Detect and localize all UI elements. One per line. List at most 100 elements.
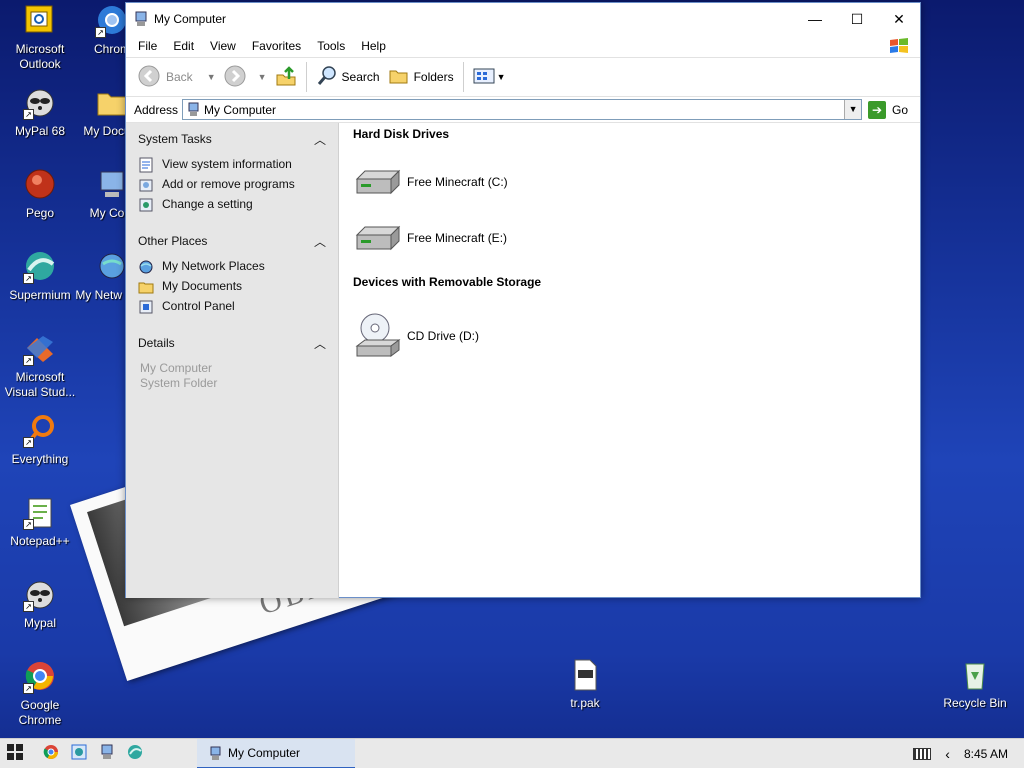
menu-favorites[interactable]: Favorites	[244, 39, 309, 53]
computer-icon	[99, 744, 115, 763]
hard-drive-icon	[353, 165, 401, 199]
everything-search-icon: ↗	[23, 414, 57, 448]
add-remove-programs-icon	[138, 177, 154, 193]
recycle-bin-icon	[958, 658, 992, 692]
shortcut-arrow-icon: ↗	[23, 601, 34, 612]
chevron-left-icon[interactable]: ‹	[945, 746, 950, 762]
system-info-icon	[138, 157, 154, 173]
control-panel-icon	[138, 197, 154, 213]
browser-icon	[71, 744, 87, 763]
title-bar[interactable]: My Computer — ☐ ✕	[126, 3, 920, 35]
drive-d-cd[interactable]: CD Drive (D:)	[353, 311, 908, 361]
keyboard-icon[interactable]	[913, 748, 932, 760]
up-folder-button[interactable]	[271, 65, 301, 90]
shortcut-arrow-icon: ↗	[23, 683, 34, 694]
desktop-icon-visual-studio[interactable]: ↗ Microsoft Visual Stud...	[0, 332, 80, 400]
desktop-icon-google-chrome[interactable]: ↗ Google Chrome	[0, 660, 80, 728]
computer-icon	[95, 168, 129, 202]
toolbar-separator	[462, 62, 464, 92]
my-computer-icon	[209, 746, 222, 761]
drive-e[interactable]: Free Minecraft (E:)	[353, 219, 908, 257]
system-tasks-group: System Tasks ︿ View system information A…	[138, 131, 326, 213]
folders-button[interactable]: Folders	[384, 65, 458, 90]
details-header[interactable]: Details ︿	[138, 335, 326, 351]
views-button[interactable]: ▼	[469, 67, 510, 88]
minimize-button[interactable]: —	[794, 3, 836, 35]
task-add-remove-programs[interactable]: Add or remove programs	[138, 177, 326, 193]
back-arrow-icon	[138, 65, 160, 90]
windows-logo-icon	[888, 37, 910, 55]
desktop-icon-notepadpp[interactable]: ↗ Notepad++	[0, 496, 80, 549]
pego-icon	[23, 168, 57, 202]
collapse-chevron-icon[interactable]: ︿	[314, 335, 326, 352]
quicklaunch-browser[interactable]	[68, 743, 90, 765]
desktop-icon-outlook[interactable]: Microsoft Outlook	[0, 4, 80, 72]
drive-c[interactable]: Free Minecraft (C:)	[353, 163, 908, 201]
place-my-documents[interactable]: My Documents	[138, 279, 326, 295]
quicklaunch-supermium[interactable]	[124, 743, 146, 765]
taskbar-my-computer[interactable]: My Computer	[197, 739, 355, 768]
start-button[interactable]	[0, 739, 30, 768]
task-view-system-information[interactable]: View system information	[138, 157, 326, 173]
shortcut-arrow-icon: ↗	[23, 109, 34, 120]
desktop-icon-mypal[interactable]: ↗ Mypal	[0, 578, 80, 631]
notepadpp-icon: ↗	[23, 496, 57, 530]
desktop-icon-supermium[interactable]: ↗ Supermium	[0, 250, 80, 303]
maximize-button[interactable]: ☐	[836, 3, 878, 35]
network-places-icon	[138, 259, 154, 275]
back-button[interactable]: Back ▼	[134, 65, 220, 90]
menu-file[interactable]: File	[130, 39, 165, 53]
close-button[interactable]: ✕	[878, 3, 920, 35]
window-title: My Computer	[154, 12, 227, 26]
up-folder-icon	[275, 65, 297, 90]
back-dropdown-icon[interactable]: ▼	[207, 72, 216, 82]
other-places-header[interactable]: Other Places ︿	[138, 233, 326, 249]
place-control-panel[interactable]: Control Panel	[138, 299, 326, 315]
menu-bar: File Edit View Favorites Tools Help	[126, 35, 920, 57]
collapse-chevron-icon[interactable]: ︿	[314, 131, 326, 148]
place-my-network-places[interactable]: My Network Places	[138, 259, 326, 275]
hard-drive-icon	[353, 221, 401, 255]
raccoon-icon: ↗	[23, 86, 57, 120]
forward-button[interactable]: ▼	[220, 65, 271, 90]
go-button[interactable]: ➔ Go	[868, 100, 908, 119]
go-arrow-icon: ➔	[868, 100, 887, 119]
chrome-icon: ↗	[95, 4, 129, 38]
quicklaunch-chrome[interactable]	[40, 743, 62, 765]
shortcut-arrow-icon: ↗	[23, 519, 34, 530]
my-computer-icon	[187, 102, 200, 117]
menu-edit[interactable]: Edit	[165, 39, 202, 53]
explorer-window: My Computer — ☐ ✕ File Edit View Favorit…	[125, 2, 921, 598]
collapse-chevron-icon[interactable]: ︿	[314, 233, 326, 250]
address-label: Address	[134, 102, 179, 117]
window-content: System Tasks ︿ View system information A…	[126, 123, 922, 598]
shortcut-arrow-icon: ↗	[23, 437, 34, 448]
address-dropdown-icon[interactable]: ▼	[844, 100, 862, 119]
system-tasks-header[interactable]: System Tasks ︿	[138, 131, 326, 147]
shortcut-arrow-icon: ↗	[95, 27, 106, 38]
task-change-a-setting[interactable]: Change a setting	[138, 197, 326, 213]
desktop-icon-tr-pak[interactable]: tr.pak	[545, 658, 625, 711]
clock[interactable]: 8:45 AM	[964, 747, 1008, 761]
menu-tools[interactable]: Tools	[309, 39, 353, 53]
views-icon	[473, 67, 495, 88]
address-value: My Computer	[204, 102, 277, 117]
network-icon	[95, 250, 129, 284]
toolbar: Back ▼ ▼ Search Folders ▼	[126, 57, 920, 97]
removable-storage-heading: Devices with Removable Storage	[353, 275, 542, 289]
menu-view[interactable]: View	[202, 39, 244, 53]
quicklaunch-my-computer[interactable]	[96, 743, 118, 765]
my-documents-icon	[138, 279, 154, 295]
task-pane: System Tasks ︿ View system information A…	[126, 123, 339, 598]
address-input[interactable]: My Computer ▼	[182, 99, 863, 120]
desktop-icon-mypal68[interactable]: ↗ MyPal 68	[0, 86, 80, 139]
desktop-icon-everything[interactable]: ↗ Everything	[0, 414, 80, 467]
search-button[interactable]: Search	[312, 65, 384, 90]
forward-arrow-icon	[224, 65, 246, 90]
menu-help[interactable]: Help	[353, 39, 394, 53]
forward-dropdown-icon[interactable]: ▼	[258, 72, 267, 82]
desktop-icon-recycle-bin[interactable]: Recycle Bin	[935, 658, 1015, 711]
folder-icon	[95, 86, 129, 120]
desktop-icon-pego[interactable]: Pego	[0, 168, 80, 221]
supermium-icon: ↗	[23, 250, 57, 284]
